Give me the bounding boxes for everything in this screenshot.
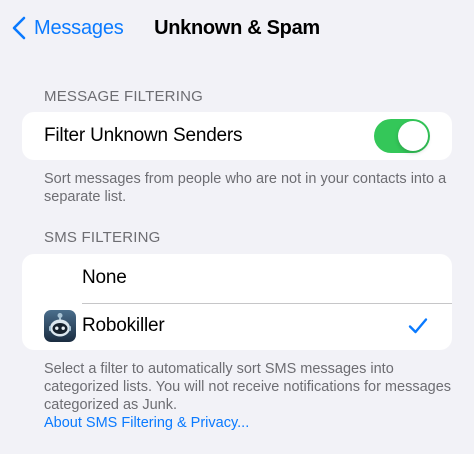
sms-filter-option-robokiller[interactable]: Robokiller xyxy=(22,302,452,350)
filter-unknown-senders-toggle[interactable] xyxy=(374,119,430,153)
section-header-sms-filtering: SMS FILTERING xyxy=(44,229,161,246)
sms-filtering-footer-text: Select a filter to automatically sort SM… xyxy=(44,361,452,413)
navigation-bar: Messages Unknown & Spam xyxy=(0,0,474,56)
robokiller-app-icon xyxy=(44,310,76,342)
page-title: Unknown & Spam xyxy=(154,17,320,39)
message-filtering-card: Filter Unknown Senders xyxy=(22,112,452,160)
checkmark-icon xyxy=(408,318,428,334)
sms-filtering-footer: Select a filter to automatically sort SM… xyxy=(44,360,454,432)
sms-filter-option-none[interactable]: None xyxy=(22,254,452,302)
sms-filter-option-label: None xyxy=(82,267,127,288)
filter-unknown-senders-label: Filter Unknown Senders xyxy=(44,125,243,146)
toggle-knob xyxy=(398,121,428,151)
sms-filter-option-label: Robokiller xyxy=(82,315,165,336)
message-filtering-footer: Sort messages from people who are not in… xyxy=(44,171,447,205)
section-header-message-filtering: MESSAGE FILTERING xyxy=(44,88,203,105)
sms-filtering-card: None Robokiller xyxy=(22,254,452,350)
about-sms-filtering-link[interactable]: About SMS Filtering & Privacy... xyxy=(44,415,249,431)
